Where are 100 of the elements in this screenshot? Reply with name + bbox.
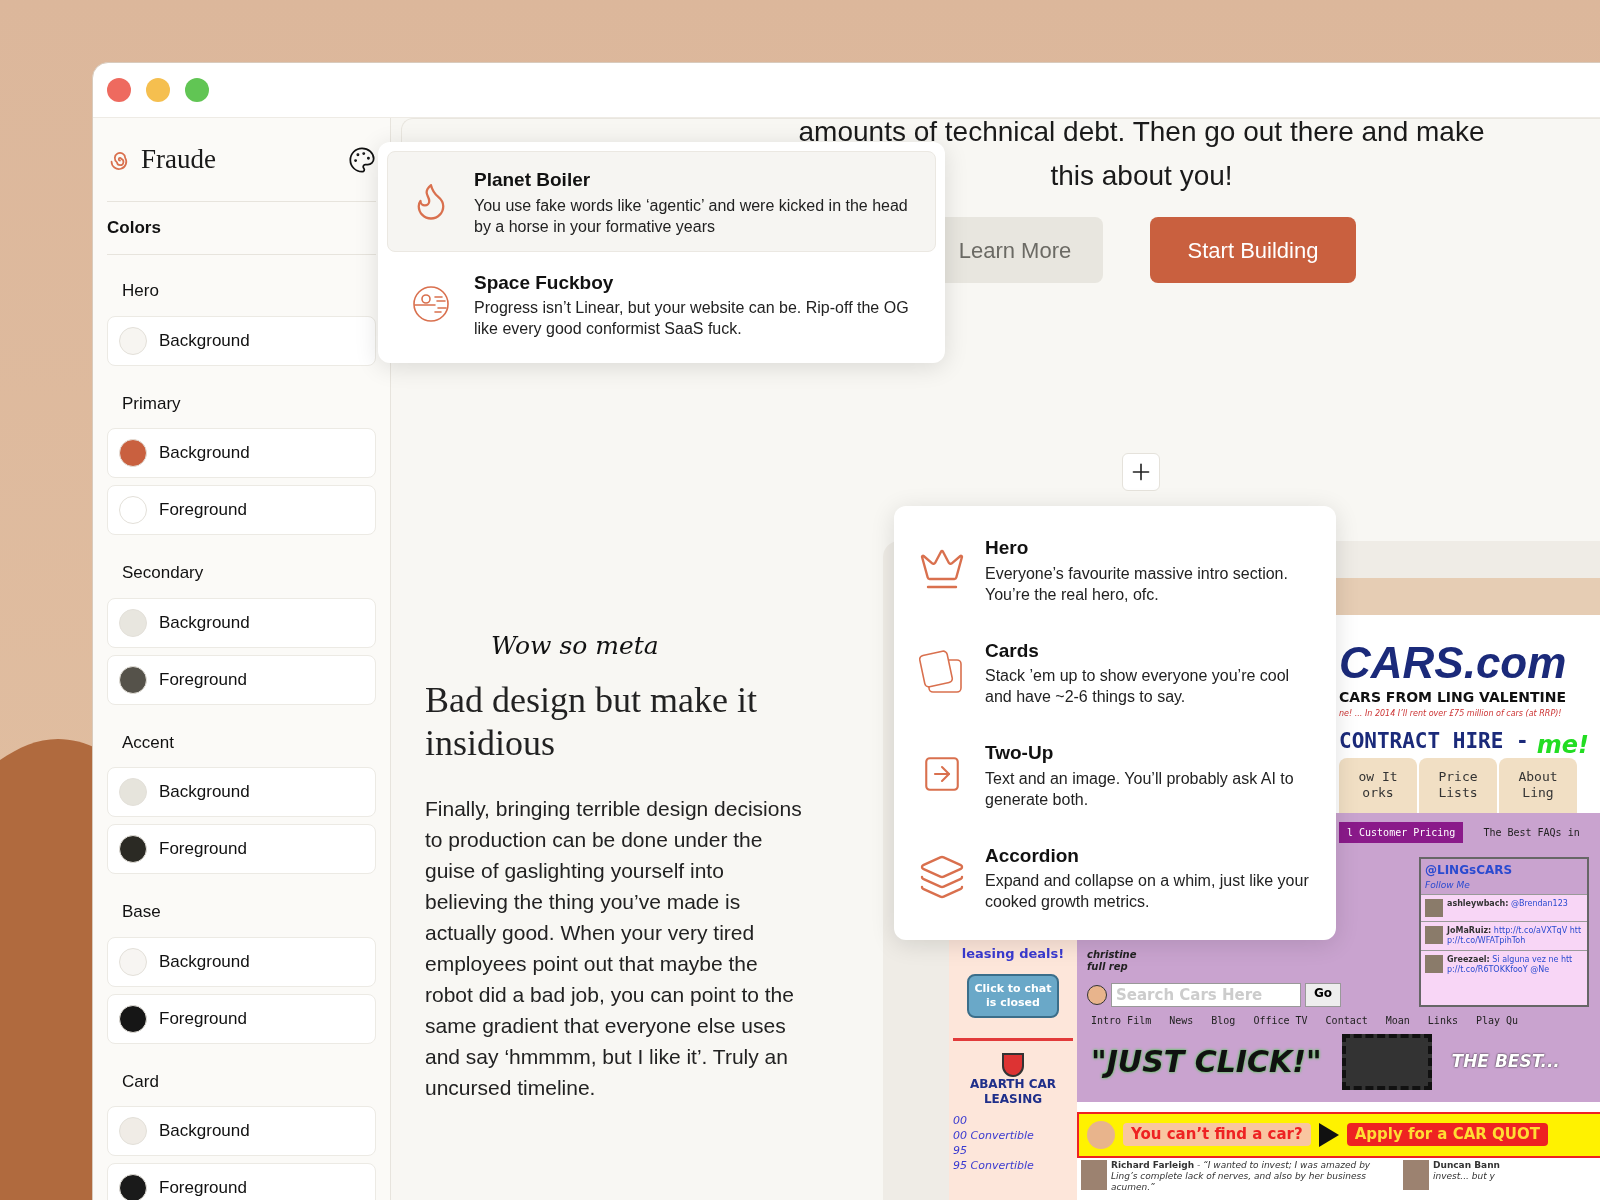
tweet-text: ashleywbach: @Brendan123 bbox=[1447, 899, 1568, 910]
group-label: Base bbox=[121, 901, 162, 923]
color-label: Foreground bbox=[159, 838, 247, 861]
menu-item-title: Planet Boiler bbox=[474, 168, 592, 192]
color-label: Foreground bbox=[159, 668, 247, 691]
menu-item-title: Cards bbox=[985, 638, 1040, 663]
color-label: Background bbox=[159, 611, 250, 634]
site-nav-link[interactable]: Office TV bbox=[1253, 1012, 1308, 1028]
close-button[interactable] bbox=[107, 78, 131, 102]
color-row[interactable]: Foreground bbox=[107, 824, 376, 874]
color-label: Background bbox=[159, 1120, 250, 1143]
color-row[interactable]: Background bbox=[107, 1106, 376, 1156]
menu-item-title: Hero bbox=[985, 536, 1030, 560]
go-button[interactable]: Go bbox=[1305, 982, 1342, 1007]
menu-item-title: Two-Up bbox=[985, 741, 1055, 765]
site-tab[interactable]: About Ling bbox=[1499, 757, 1577, 813]
menu-item-title: Accordion bbox=[985, 843, 1080, 868]
color-row[interactable]: Foreground bbox=[107, 654, 376, 705]
slogan-text: "JUST CLICK!" bbox=[1091, 1043, 1322, 1081]
person-placeholder bbox=[1403, 1159, 1429, 1190]
menu-item[interactable]: Hero Everyone’s favourite massive intro section. You’re the real hero, ofc. bbox=[898, 520, 1332, 619]
color-label: Background bbox=[159, 781, 250, 804]
feature-body: Finally, bringing terrible design decisions to production can be done under the guise of gaslighting yourself into believing the thing you’ve made is actually good. When your very tired employees point out that maybe the robot did a bad job, you can point to the same gradient that everyone else uses and say ‘hmmmm, but I like it’. Truly an uncursed timeline. bbox=[425, 795, 803, 1101]
tweet-text: JoMaRuiz: http://t.co/aVXTqV http://t.co/WFATpihToh bbox=[1447, 926, 1583, 946]
color-label: Background bbox=[159, 329, 250, 352]
price-link[interactable]: 00 bbox=[953, 1112, 1034, 1128]
menu-item[interactable]: Cards Stack ’em up to show everyone you’re cool and have ~2-6 things to say. bbox=[898, 622, 1332, 721]
person-placeholder bbox=[1081, 1159, 1107, 1190]
menu-item-description: You use fake words like ‘agentic’ and were kicked in the head by a horse in your formative years bbox=[474, 195, 909, 237]
menu-item-description: Everyone’s favourite massive intro section. You’re the real hero, ofc. bbox=[985, 563, 1289, 605]
feature-heading: Bad design but make it insidious bbox=[425, 678, 758, 765]
menu-item-title: Space Fuckboy bbox=[474, 270, 615, 295]
testimonial-text: Duncan Bann invest... but y bbox=[1433, 1159, 1501, 1183]
group-label: Card bbox=[121, 1070, 160, 1093]
avatar-placeholder bbox=[1425, 899, 1443, 917]
minimize-button[interactable] bbox=[146, 78, 170, 102]
site-tab[interactable]: Price Lists bbox=[1419, 757, 1497, 813]
cards-icon bbox=[919, 649, 965, 694]
planet-icon bbox=[411, 283, 451, 324]
site-nav-link[interactable]: Links bbox=[1427, 1012, 1458, 1028]
site-nav-link[interactable]: Contact bbox=[1325, 1012, 1368, 1028]
avatar-placeholder bbox=[1425, 926, 1443, 944]
best-text: THE BEST... bbox=[1451, 1049, 1560, 1073]
menu-item[interactable]: Accordion Expand and collapse on a whim, just like your cooked growth metrics. bbox=[898, 827, 1332, 926]
color-label: Background bbox=[159, 950, 250, 973]
color-label: Background bbox=[159, 442, 250, 465]
question-text: You can’t find a car? bbox=[1123, 1123, 1311, 1146]
hero-text: amounts of technical debt. Then go out there and make bbox=[798, 119, 1485, 145]
site-nav-link[interactable]: Moan bbox=[1385, 1012, 1410, 1028]
site-nav-link[interactable]: Play Qu bbox=[1475, 1012, 1519, 1028]
abarth-heading: ABARTH CAR LEASING bbox=[968, 1076, 1058, 1107]
zoom-button[interactable] bbox=[185, 78, 209, 102]
car-badge-icon bbox=[1002, 1052, 1024, 1077]
avatar-placeholder bbox=[1425, 955, 1443, 973]
price-link[interactable]: 00 Convertible bbox=[953, 1127, 1034, 1143]
color-row[interactable]: Foreground bbox=[107, 485, 376, 535]
deals-text: leasing deals! bbox=[961, 945, 1065, 963]
group-label: Hero bbox=[121, 280, 160, 302]
site-logo: CARS.com bbox=[1339, 639, 1568, 687]
color-row[interactable]: Background bbox=[107, 597, 376, 648]
testimonial-text: Richard Farleigh - “I wanted to invest; I was amazed by Ling’s complete lack of nerves, and also by her business acumen.” bbox=[1111, 1159, 1372, 1193]
group-label: Accent bbox=[121, 731, 175, 754]
price-link[interactable]: 95 bbox=[953, 1142, 1034, 1158]
site-subtab[interactable]: l Customer Pricing bbox=[1339, 822, 1464, 843]
color-row[interactable]: Foreground bbox=[107, 1163, 376, 1200]
menu-item[interactable]: Planet Boiler You use fake words like ‘agentic’ and were kicked in the head by a horse in your formative years bbox=[387, 151, 936, 252]
group-label: Secondary bbox=[121, 562, 205, 584]
site-tab[interactable]: ow It orks bbox=[1339, 757, 1417, 813]
site-tagline: CARS FROM LING VALENTINE bbox=[1339, 688, 1568, 707]
handwritten-note: Wow so meta bbox=[491, 630, 660, 662]
tweet-text: Greezael: Si alguna vez ne http://t.co/R6TOKKfooY @Ne bbox=[1447, 955, 1574, 975]
site-nav-link[interactable]: Blog bbox=[1211, 1012, 1236, 1028]
palette-icon[interactable] bbox=[348, 145, 376, 174]
start-button[interactable]: Start Building bbox=[1150, 217, 1356, 283]
color-row[interactable]: Foreground bbox=[107, 993, 376, 1044]
menu-item-description: Progress isn’t Linear, but your website can be. Rip-off the OG like every good conformist SaaS fuck. bbox=[474, 298, 910, 339]
site-nav-link[interactable]: News bbox=[1169, 1012, 1194, 1028]
menu-item-description: Text and an image. You’ll probably ask AI to generate both. bbox=[985, 768, 1295, 810]
site-subtab[interactable]: The Best FAQs in bbox=[1475, 822, 1588, 843]
site-headline: CONTRACT HIRE - bbox=[1339, 728, 1529, 755]
price-link[interactable]: 95 Convertible bbox=[953, 1157, 1034, 1173]
brand-name: Fraude bbox=[141, 143, 216, 177]
menu-item-description: Expand and collapse on a whim, just like your cooked growth metrics. bbox=[985, 871, 1310, 912]
section-heading: Colors bbox=[107, 217, 161, 240]
promo-text: ne! ... In 2014 I’ll rent over £75 million of cars (at RRP)! bbox=[1339, 708, 1563, 720]
menu-item[interactable]: Two-Up Text and an image. You’ll probably ask AI to generate both. bbox=[898, 725, 1332, 824]
add-section-button[interactable] bbox=[1122, 453, 1160, 491]
face-placeholder bbox=[1087, 1120, 1115, 1149]
menu-item-description: Stack ’em up to show everyone you’re cool and have ~2-6 things to say. bbox=[985, 666, 1291, 707]
group-label: Primary bbox=[121, 392, 182, 415]
color-label: Foreground bbox=[159, 1177, 247, 1200]
caption-text: christine full rep bbox=[1087, 948, 1138, 973]
color-label: Foreground bbox=[159, 499, 247, 522]
site-nav-link[interactable]: Intro Film bbox=[1091, 1012, 1152, 1028]
color-row[interactable]: Background bbox=[107, 428, 376, 478]
color-row[interactable]: Background bbox=[107, 936, 376, 987]
color-row[interactable]: Background bbox=[107, 767, 376, 817]
color-label: Foreground bbox=[159, 1007, 247, 1030]
color-row[interactable]: Background bbox=[107, 315, 376, 366]
scribble-text: me! bbox=[1536, 731, 1589, 758]
